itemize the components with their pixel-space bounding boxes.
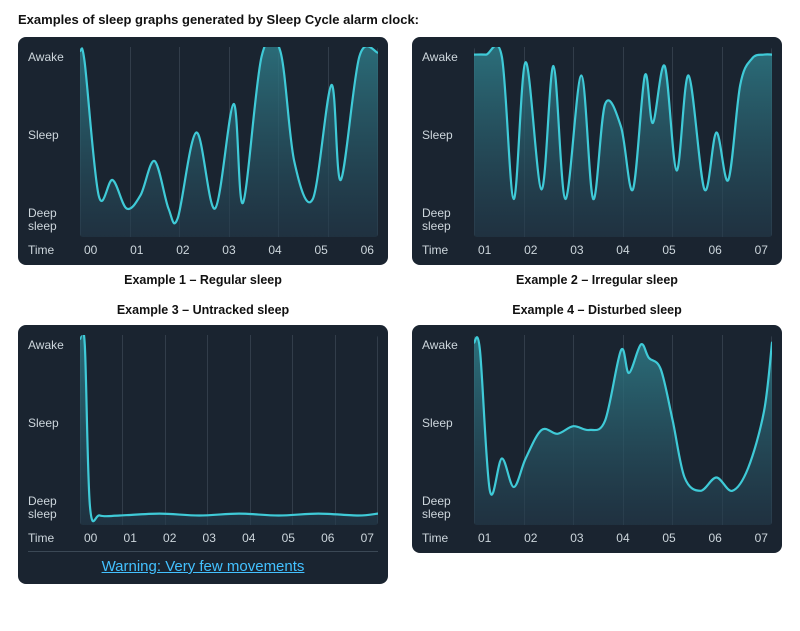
y-axis: Awake Sleep Deep sleep bbox=[422, 335, 474, 525]
caption-ex1: Example 1 – Regular sleep bbox=[124, 273, 282, 287]
x-tick: 02 bbox=[163, 531, 176, 545]
x-tick: 03 bbox=[222, 243, 235, 257]
caption-ex4: Example 4 – Disturbed sleep bbox=[512, 303, 682, 317]
chart-card-ex3: Awake Sleep Deep sleep Time 00 01 02 03 04 05… bbox=[18, 325, 388, 584]
y-tick-deep: Deep sleep bbox=[28, 207, 74, 233]
x-tick: 06 bbox=[321, 531, 334, 545]
x-label: Time bbox=[28, 243, 80, 257]
x-label: Time bbox=[422, 243, 474, 257]
y-tick-sleep: Sleep bbox=[422, 417, 468, 430]
x-tick: 05 bbox=[314, 243, 327, 257]
plot-ex1 bbox=[80, 47, 378, 237]
x-tick: 07 bbox=[361, 531, 374, 545]
x-tick: 01 bbox=[478, 531, 491, 545]
y-tick-sleep: Sleep bbox=[422, 129, 468, 142]
caption-ex3: Example 3 – Untracked sleep bbox=[117, 303, 289, 317]
x-tick: 00 bbox=[84, 531, 97, 545]
x-tick: 01 bbox=[130, 243, 143, 257]
chart-card-ex2: Awake Sleep Deep sleep Time 01 02 03 04 05 06… bbox=[412, 37, 782, 265]
x-ticks-ex3: 00 01 02 03 04 05 06 07 bbox=[80, 531, 378, 545]
x-tick: 06 bbox=[708, 243, 721, 257]
x-tick: 04 bbox=[268, 243, 281, 257]
y-tick-deep: Deep sleep bbox=[422, 495, 468, 521]
x-tick: 01 bbox=[478, 243, 491, 257]
plot-ex4 bbox=[474, 335, 772, 525]
chart-grid: Awake Sleep Deep sleep Time 00 01 02 03 04 05… bbox=[18, 37, 782, 584]
plot-ex2 bbox=[474, 47, 772, 237]
plot-ex3 bbox=[80, 335, 378, 525]
x-label: Time bbox=[422, 531, 474, 545]
x-tick: 05 bbox=[662, 531, 675, 545]
x-tick: 07 bbox=[755, 531, 768, 545]
x-tick: 01 bbox=[124, 531, 137, 545]
chart-card-ex1: Awake Sleep Deep sleep Time 00 01 02 03 04 05… bbox=[18, 37, 388, 265]
x-tick: 04 bbox=[616, 243, 629, 257]
y-tick-awake: Awake bbox=[28, 51, 74, 64]
x-tick: 03 bbox=[203, 531, 216, 545]
cell-ex2: Awake Sleep Deep sleep Time 01 02 03 04 05 06… bbox=[412, 37, 782, 297]
y-tick-awake: Awake bbox=[422, 51, 468, 64]
warning-bar: Warning: Very few movements bbox=[28, 551, 378, 576]
y-tick-deep: Deep sleep bbox=[422, 207, 468, 233]
x-ticks-ex2: 01 02 03 04 05 06 07 bbox=[474, 243, 772, 257]
x-tick: 06 bbox=[361, 243, 374, 257]
x-tick: 04 bbox=[616, 531, 629, 545]
x-tick: 00 bbox=[84, 243, 97, 257]
y-tick-sleep: Sleep bbox=[28, 129, 74, 142]
x-tick: 02 bbox=[524, 243, 537, 257]
x-tick: 03 bbox=[570, 243, 583, 257]
cell-ex3: Example 3 – Untracked sleep Awake Sleep … bbox=[18, 303, 388, 584]
y-tick-sleep: Sleep bbox=[28, 417, 74, 430]
y-axis: Awake Sleep Deep sleep bbox=[28, 335, 80, 525]
y-tick-awake: Awake bbox=[422, 339, 468, 352]
x-tick: 05 bbox=[282, 531, 295, 545]
chart-card-ex4: Awake Sleep Deep sleep Time 01 02 03 04 05 06… bbox=[412, 325, 782, 553]
x-ticks-ex1: 00 01 02 03 04 05 06 bbox=[80, 243, 378, 257]
y-tick-deep: Deep sleep bbox=[28, 495, 74, 521]
x-tick: 07 bbox=[755, 243, 768, 257]
x-label: Time bbox=[28, 531, 80, 545]
y-tick-awake: Awake bbox=[28, 339, 74, 352]
x-tick: 04 bbox=[242, 531, 255, 545]
x-tick: 05 bbox=[662, 243, 675, 257]
caption-ex2: Example 2 – Irregular sleep bbox=[516, 273, 678, 287]
y-axis: Awake Sleep Deep sleep bbox=[28, 47, 80, 237]
cell-ex4: Example 4 – Disturbed sleep Awake Sleep … bbox=[412, 303, 782, 584]
page-title: Examples of sleep graphs generated by Sl… bbox=[18, 12, 782, 27]
y-axis: Awake Sleep Deep sleep bbox=[422, 47, 474, 237]
x-tick: 03 bbox=[570, 531, 583, 545]
cell-ex1: Awake Sleep Deep sleep Time 00 01 02 03 04 05… bbox=[18, 37, 388, 297]
warning-link[interactable]: Warning: Very few movements bbox=[102, 558, 305, 575]
x-tick: 02 bbox=[176, 243, 189, 257]
x-tick: 06 bbox=[708, 531, 721, 545]
x-tick: 02 bbox=[524, 531, 537, 545]
x-ticks-ex4: 01 02 03 04 05 06 07 bbox=[474, 531, 772, 545]
